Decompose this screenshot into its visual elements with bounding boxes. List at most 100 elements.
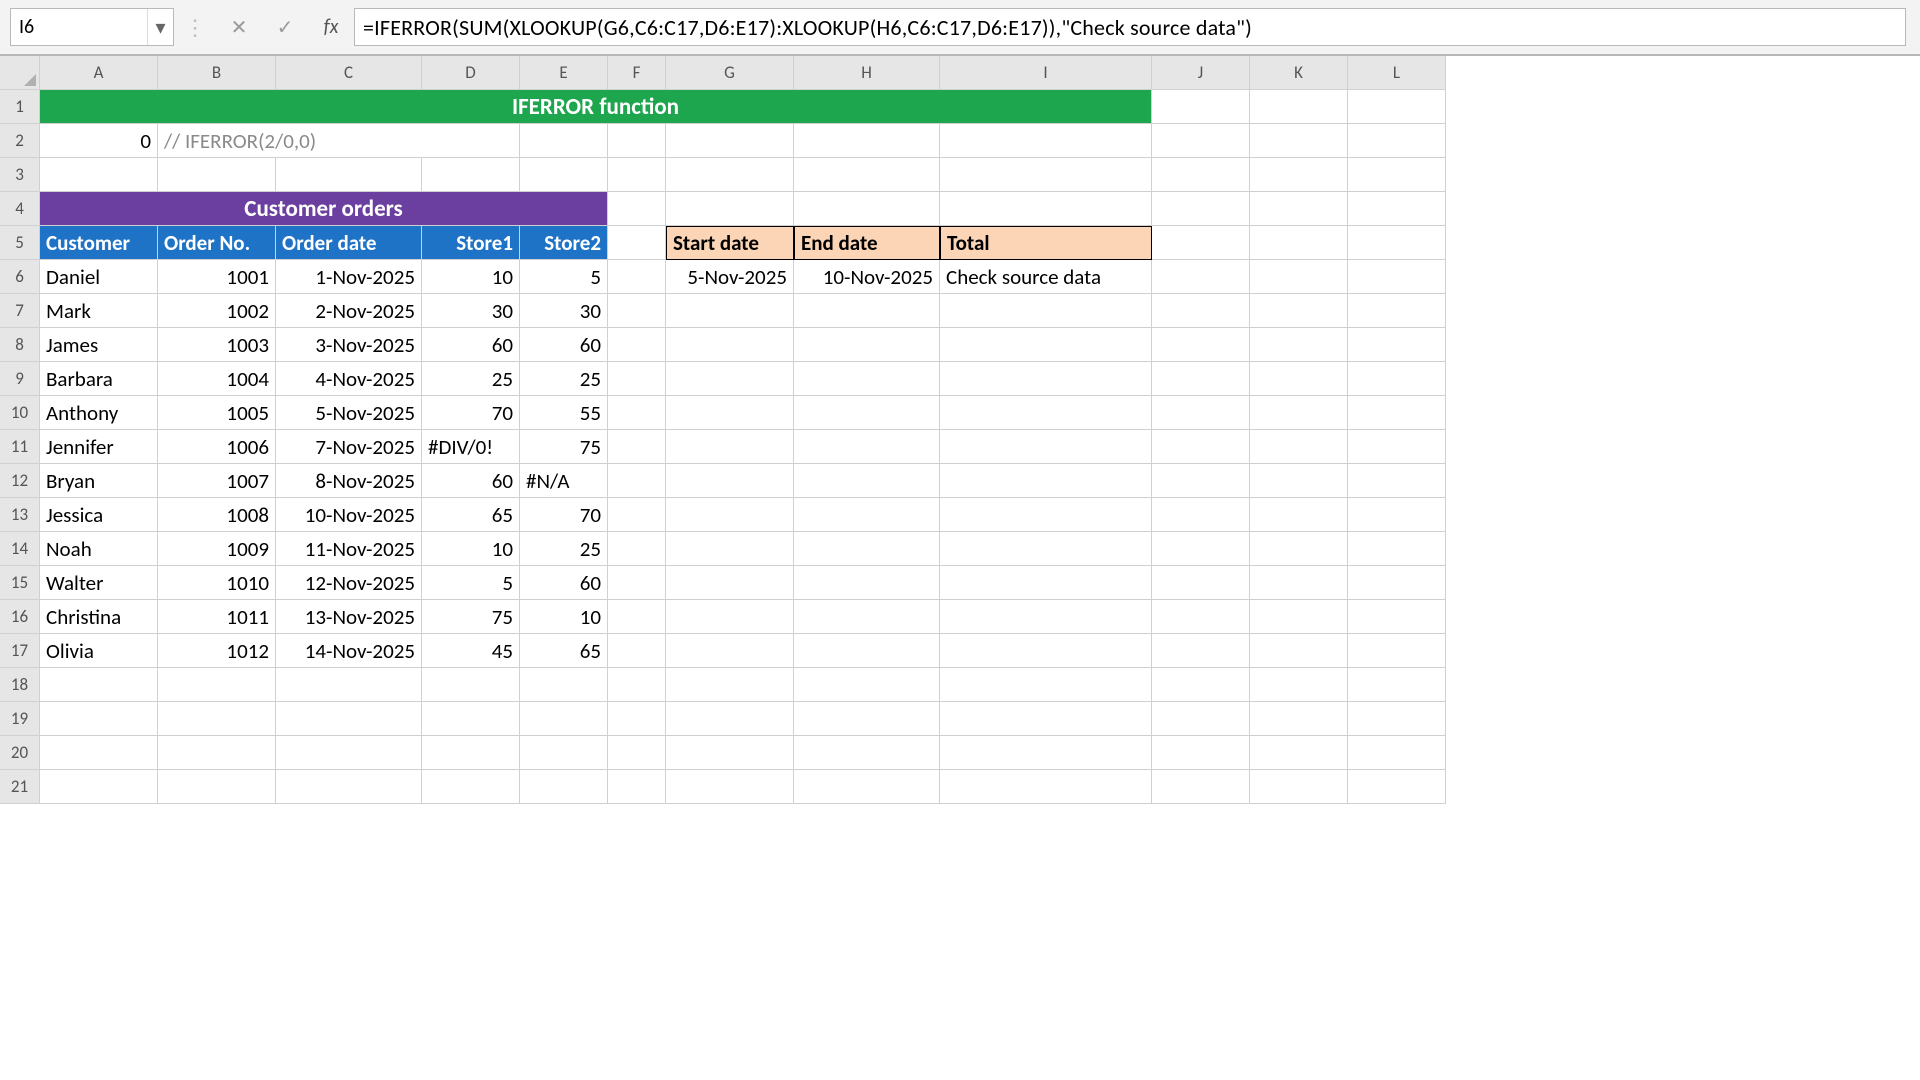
cell-L19[interactable] <box>1348 702 1446 736</box>
cell-J3[interactable] <box>1152 158 1250 192</box>
cell-J18[interactable] <box>1152 668 1250 702</box>
cell-J14[interactable] <box>1152 532 1250 566</box>
cell-A10[interactable]: Anthony <box>40 396 158 430</box>
cell-H8[interactable] <box>794 328 940 362</box>
cell-A13[interactable]: Jessica <box>40 498 158 532</box>
row-header-15[interactable]: 15 <box>0 566 40 600</box>
hdr-order-date[interactable]: Order date <box>276 226 422 260</box>
cell-F19[interactable] <box>608 702 666 736</box>
cell-I15[interactable] <box>940 566 1152 600</box>
cell-J16[interactable] <box>1152 600 1250 634</box>
cell-H11[interactable] <box>794 430 940 464</box>
cell-A14[interactable]: Noah <box>40 532 158 566</box>
cell-A21[interactable] <box>40 770 158 804</box>
cell-A17[interactable]: Olivia <box>40 634 158 668</box>
cell-C20[interactable] <box>276 736 422 770</box>
cell-C19[interactable] <box>276 702 422 736</box>
cell-B7[interactable]: 1002 <box>158 294 276 328</box>
cell-D20[interactable] <box>422 736 520 770</box>
cell-D13[interactable]: 65 <box>422 498 520 532</box>
cell-C13[interactable]: 10-Nov-2025 <box>276 498 422 532</box>
cell-C17[interactable]: 14-Nov-2025 <box>276 634 422 668</box>
row-header-13[interactable]: 13 <box>0 498 40 532</box>
hdr-end-date[interactable]: End date <box>794 226 940 260</box>
cell-A11[interactable]: Jennifer <box>40 430 158 464</box>
cell-K1[interactable] <box>1250 90 1348 124</box>
cell-G2[interactable] <box>666 124 794 158</box>
cell-J4[interactable] <box>1152 192 1250 226</box>
row-header-4[interactable]: 4 <box>0 192 40 226</box>
cell-J9[interactable] <box>1152 362 1250 396</box>
cell-D10[interactable]: 70 <box>422 396 520 430</box>
col-header-H[interactable]: H <box>794 56 940 90</box>
cell-K12[interactable] <box>1250 464 1348 498</box>
cell-C7[interactable]: 2-Nov-2025 <box>276 294 422 328</box>
cell-K20[interactable] <box>1250 736 1348 770</box>
cell-C6[interactable]: 1-Nov-2025 <box>276 260 422 294</box>
cell-L18[interactable] <box>1348 668 1446 702</box>
row-header-19[interactable]: 19 <box>0 702 40 736</box>
row-header-12[interactable]: 12 <box>0 464 40 498</box>
cell-A3[interactable] <box>40 158 158 192</box>
cell-B21[interactable] <box>158 770 276 804</box>
cell-L16[interactable] <box>1348 600 1446 634</box>
cell-E19[interactable] <box>520 702 608 736</box>
cell-I10[interactable] <box>940 396 1152 430</box>
cell-G15[interactable] <box>666 566 794 600</box>
hdr-total[interactable]: Total <box>940 226 1152 260</box>
col-header-K[interactable]: K <box>1250 56 1348 90</box>
row-header-1[interactable]: 1 <box>0 90 40 124</box>
cell-H6[interactable]: 10-Nov-2025 <box>794 260 940 294</box>
cell-K10[interactable] <box>1250 396 1348 430</box>
cell-K13[interactable] <box>1250 498 1348 532</box>
row-header-20[interactable]: 20 <box>0 736 40 770</box>
cell-K16[interactable] <box>1250 600 1348 634</box>
cell-J20[interactable] <box>1152 736 1250 770</box>
cell-F15[interactable] <box>608 566 666 600</box>
cell-K5[interactable] <box>1250 226 1348 260</box>
cell-D12[interactable]: 60 <box>422 464 520 498</box>
cell-L13[interactable] <box>1348 498 1446 532</box>
cell-J13[interactable] <box>1152 498 1250 532</box>
formula-input[interactable]: =IFERROR(SUM(XLOOKUP(G6,C6:C17,D6:E17):X… <box>354 8 1906 46</box>
cell-D11[interactable]: #DIV/0! <box>422 430 520 464</box>
cell-A19[interactable] <box>40 702 158 736</box>
cell-L7[interactable] <box>1348 294 1446 328</box>
row-header-9[interactable]: 9 <box>0 362 40 396</box>
cell-L3[interactable] <box>1348 158 1446 192</box>
cell-G7[interactable] <box>666 294 794 328</box>
hdr-store2[interactable]: Store2 <box>520 226 608 260</box>
cancel-icon[interactable]: ✕ <box>216 15 262 40</box>
cell-E2[interactable] <box>520 124 608 158</box>
cell-I20[interactable] <box>940 736 1152 770</box>
cell-E10[interactable]: 55 <box>520 396 608 430</box>
cell-L10[interactable] <box>1348 396 1446 430</box>
cell-A2[interactable]: 0 <box>40 124 158 158</box>
cell-B3[interactable] <box>158 158 276 192</box>
confirm-icon[interactable]: ✓ <box>262 15 308 40</box>
cell-K18[interactable] <box>1250 668 1348 702</box>
cell-G8[interactable] <box>666 328 794 362</box>
cell-K2[interactable] <box>1250 124 1348 158</box>
hdr-order-no[interactable]: Order No. <box>158 226 276 260</box>
cell-E21[interactable] <box>520 770 608 804</box>
cell-G9[interactable] <box>666 362 794 396</box>
cell-C9[interactable]: 4-Nov-2025 <box>276 362 422 396</box>
cell-C12[interactable]: 8-Nov-2025 <box>276 464 422 498</box>
cell-L12[interactable] <box>1348 464 1446 498</box>
cell-K8[interactable] <box>1250 328 1348 362</box>
cell-L1[interactable] <box>1348 90 1446 124</box>
cell-B16[interactable]: 1011 <box>158 600 276 634</box>
cell-C14[interactable]: 11-Nov-2025 <box>276 532 422 566</box>
cell-J10[interactable] <box>1152 396 1250 430</box>
cell-G21[interactable] <box>666 770 794 804</box>
cell-E18[interactable] <box>520 668 608 702</box>
cell-G19[interactable] <box>666 702 794 736</box>
cell-F5[interactable] <box>608 226 666 260</box>
cell-F2[interactable] <box>608 124 666 158</box>
cell-I4[interactable] <box>940 192 1152 226</box>
cell-F21[interactable] <box>608 770 666 804</box>
cell-H13[interactable] <box>794 498 940 532</box>
cell-B6[interactable]: 1001 <box>158 260 276 294</box>
cell-F10[interactable] <box>608 396 666 430</box>
